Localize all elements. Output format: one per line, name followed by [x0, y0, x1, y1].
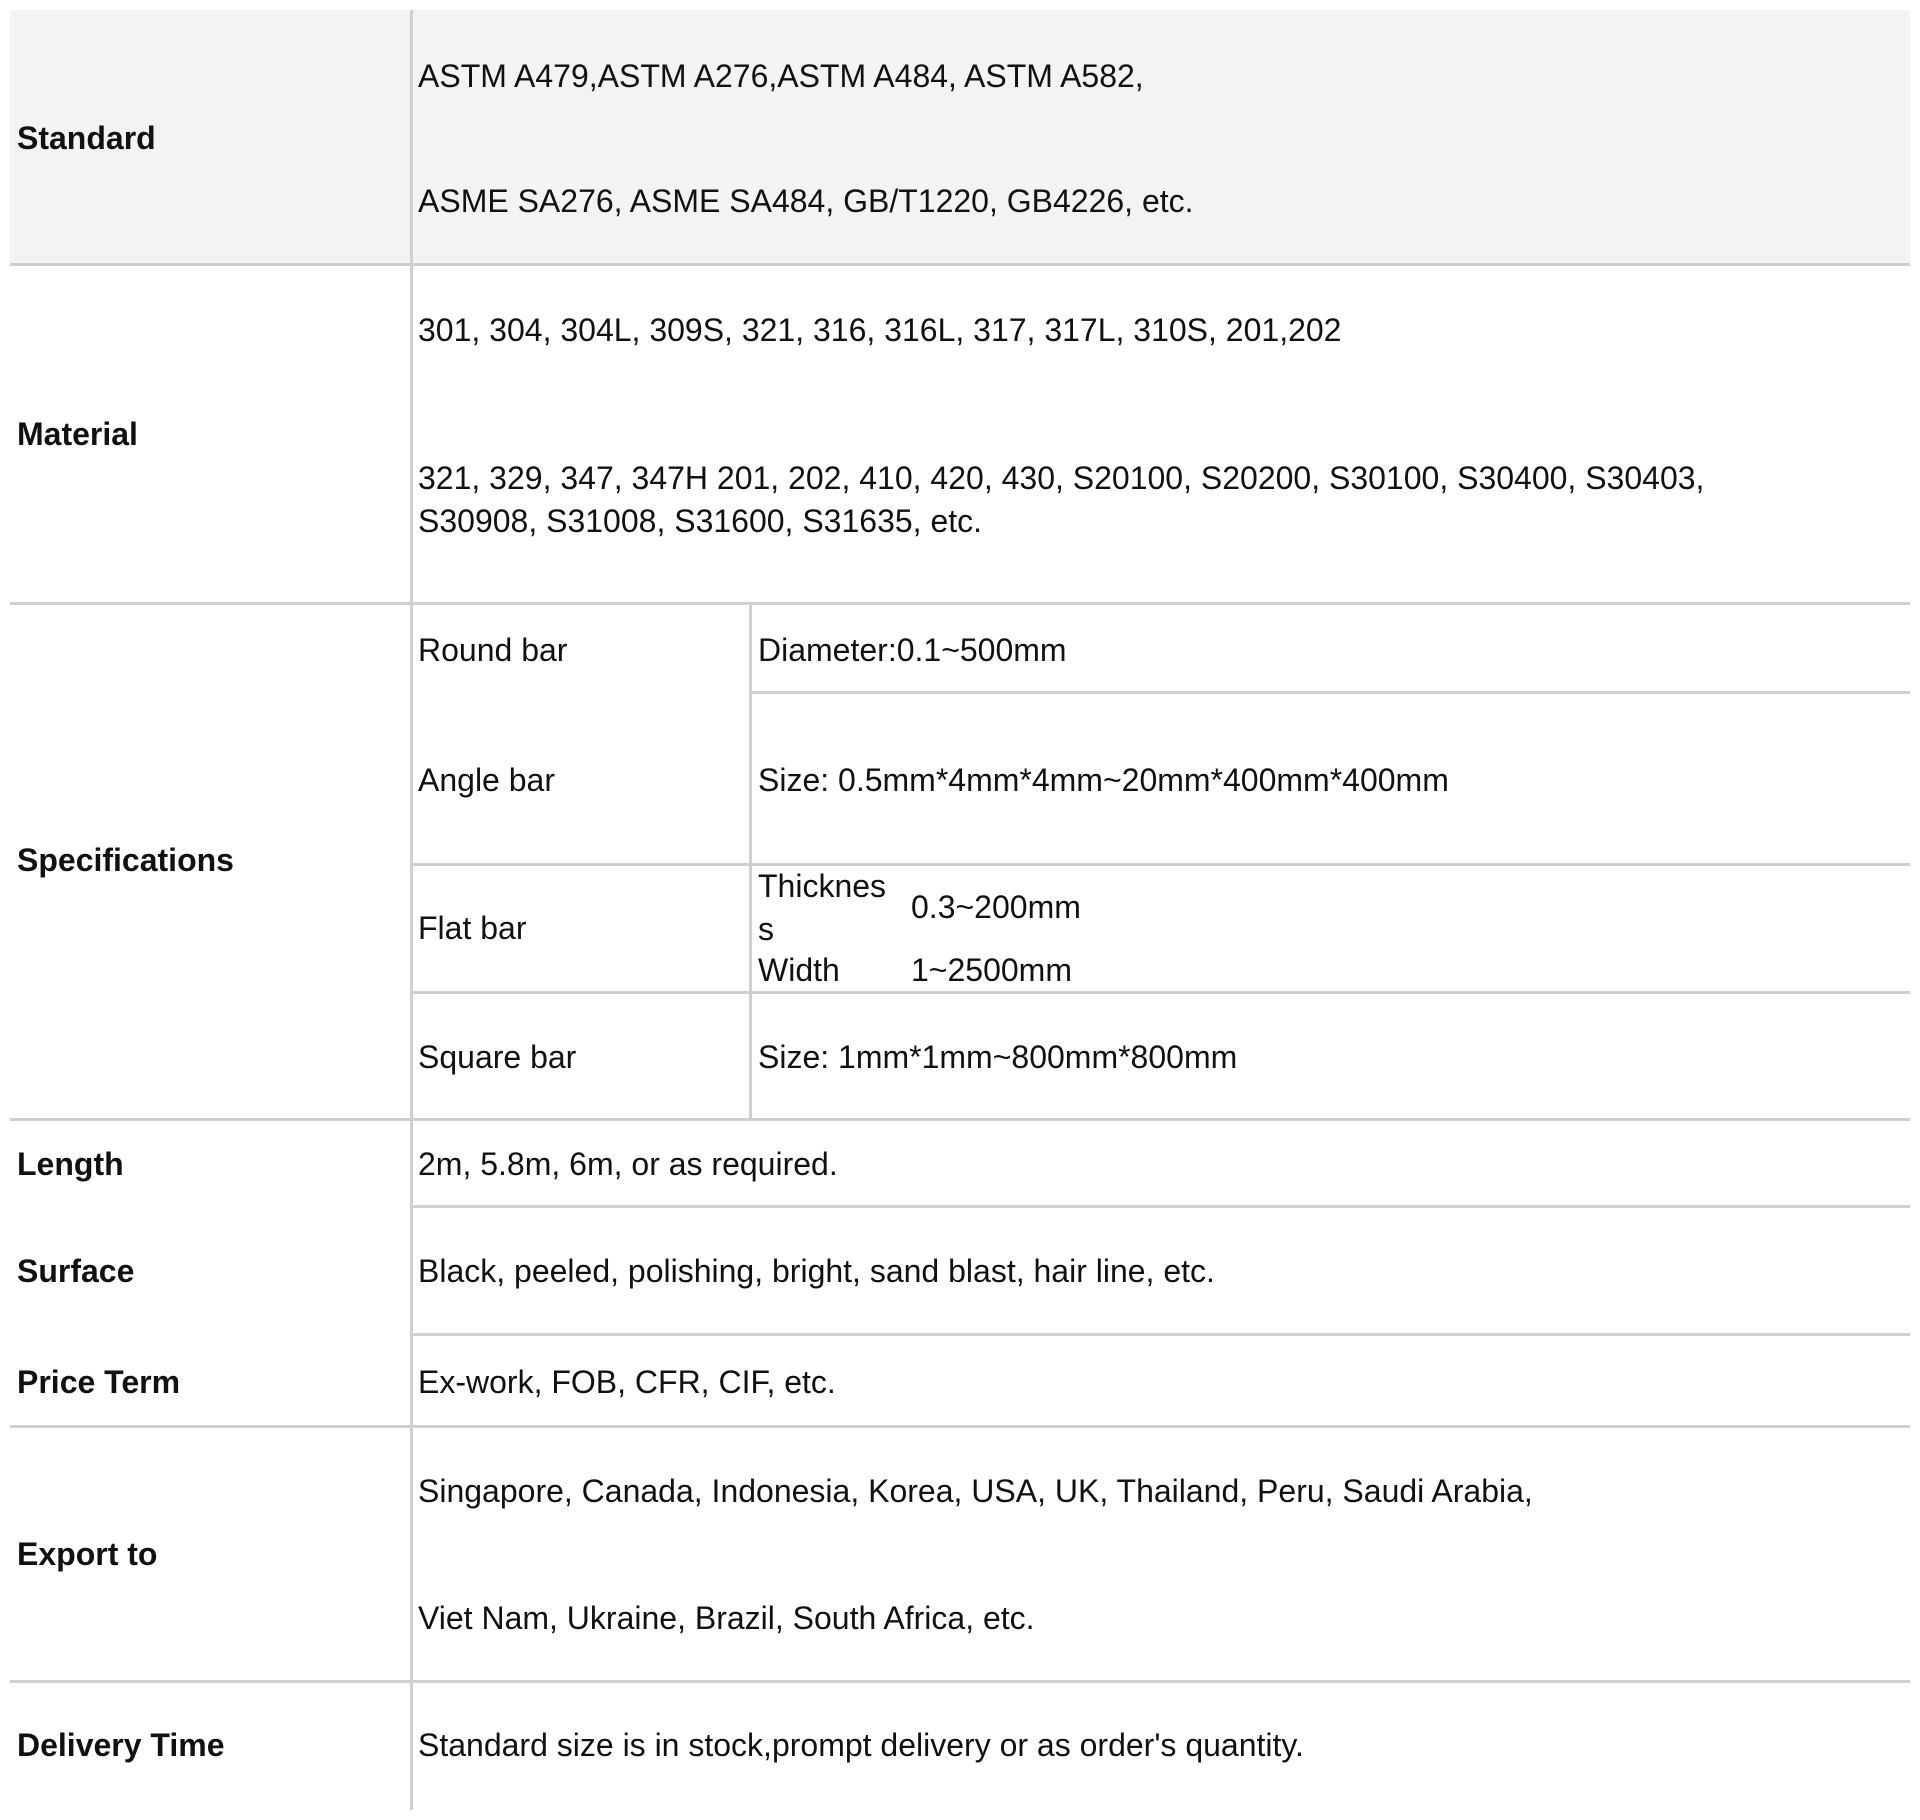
surface-label: Surface — [17, 1253, 135, 1289]
row-divider-material — [10, 602, 1910, 605]
specifications-label: Specifications — [17, 842, 234, 878]
square-bar-value: Size: 1mm*1mm~800mm*800mm — [758, 1039, 1238, 1075]
standard-row-band — [10, 10, 1910, 263]
standard-label: Standard — [17, 120, 156, 156]
row-divider-surface — [410, 1333, 1910, 1336]
delivery-time-label: Delivery Time — [17, 1727, 225, 1763]
row-divider-standard — [10, 263, 1910, 266]
price-term-value: Ex-work, FOB, CFR, CIF, etc. — [418, 1364, 836, 1400]
flat-bar-name: Flat bar — [418, 910, 527, 946]
row-divider-specifications — [10, 1118, 1910, 1121]
angle-bar-value: Size: 0.5mm*4mm*4mm~20mm*400mm*400mm — [758, 762, 1449, 798]
row-divider-length — [410, 1205, 1910, 1208]
material-line-1: 301, 304, 304L, 309S, 321, 316, 316L, 31… — [418, 312, 1342, 348]
spec-table: Standard ASTM A479,ASTM A276,ASTM A484, … — [10, 10, 1910, 1810]
spec-divider-round — [749, 691, 1910, 694]
export-to-line-2: Viet Nam, Ukraine, Brazil, South Africa,… — [418, 1600, 1035, 1636]
surface-value: Black, peeled, polishing, bright, sand b… — [418, 1253, 1215, 1289]
length-label: Length — [17, 1146, 124, 1182]
material-label: Material — [17, 416, 138, 452]
material-line-3: S30908, S31008, S31600, S31635, etc. — [418, 503, 983, 539]
export-to-line-1: Singapore, Canada, Indonesia, Korea, USA… — [418, 1473, 1533, 1509]
square-bar-name: Square bar — [418, 1039, 577, 1075]
material-line-2: 321, 329, 347, 347H 201, 202, 410, 420, … — [418, 460, 1705, 496]
standard-line-2: ASME SA276, ASME SA484, GB/T1220, GB4226… — [418, 183, 1194, 219]
delivery-time-value: Standard size is in stock,prompt deliver… — [418, 1727, 1304, 1763]
flat-bar-thickness-label-2: s — [758, 911, 774, 947]
round-bar-name: Round bar — [418, 632, 568, 668]
flat-bar-thickness-value: 0.3~200mm — [911, 889, 1081, 925]
row-divider-export — [10, 1680, 1910, 1683]
label-column-divider — [410, 10, 413, 1810]
row-divider-price-term — [10, 1425, 1910, 1428]
flat-bar-width-value: 1~2500mm — [911, 952, 1072, 988]
export-to-label: Export to — [17, 1536, 158, 1572]
flat-bar-width-label: Width — [758, 952, 840, 988]
length-value: 2m, 5.8m, 6m, or as required. — [418, 1146, 838, 1182]
spec-divider-angle — [410, 863, 1910, 866]
round-bar-value: Diameter:0.1~500mm — [758, 632, 1067, 668]
spec-value-divider — [749, 602, 752, 1118]
price-term-label: Price Term — [17, 1364, 181, 1400]
angle-bar-name: Angle bar — [418, 762, 555, 798]
flat-bar-thickness-label-1: Thicknes — [758, 868, 887, 904]
standard-line-1: ASTM A479,ASTM A276,ASTM A484, ASTM A582… — [418, 58, 1144, 94]
spec-divider-flat — [410, 991, 1910, 994]
